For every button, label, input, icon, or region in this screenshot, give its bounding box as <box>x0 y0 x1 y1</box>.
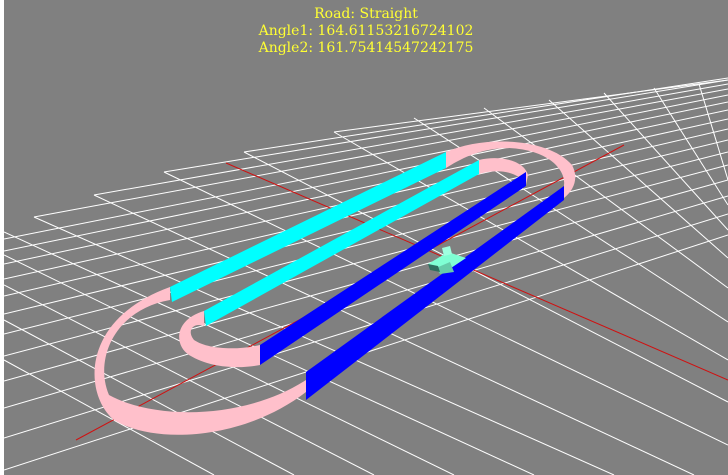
track-curve-outer-left <box>94 287 306 435</box>
track-scene <box>4 77 728 475</box>
hud-overlay: Road: Straight Angle1: 164.6115321672410… <box>4 6 728 57</box>
angle2-readout: Angle2: 161.75414547242175 <box>258 40 474 56</box>
angle1-readout: Angle1: 164.61153216724102 <box>258 23 474 39</box>
road-status-text: Road: Straight <box>314 6 418 22</box>
3d-viewport[interactable]: Road: Straight Angle1: 164.6115321672410… <box>4 0 728 475</box>
track-curve-inner-left <box>179 311 260 368</box>
